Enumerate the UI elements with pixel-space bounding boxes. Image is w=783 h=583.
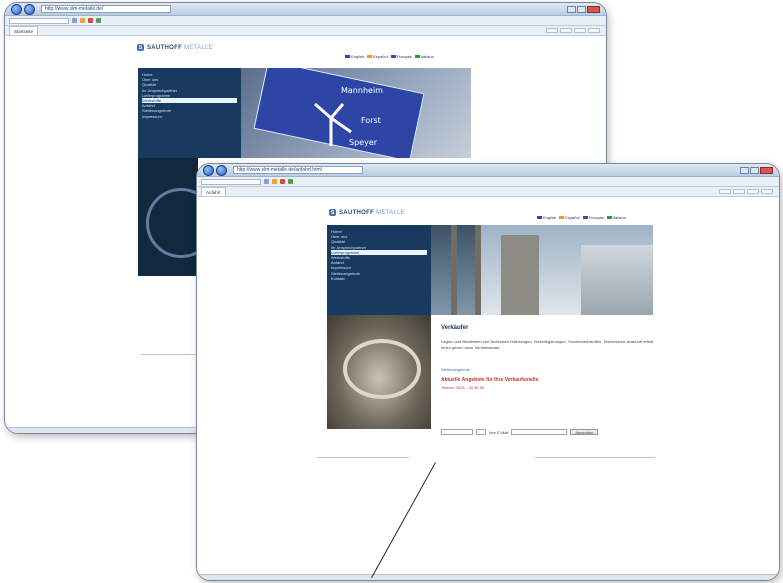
home-icon[interactable]: [546, 28, 558, 33]
sidebar-menu: Home Über uns Qualität Ihr Ansprechpartn…: [138, 68, 241, 158]
language-bar: English Español Français Italiano: [345, 54, 434, 59]
facade-column: [475, 225, 481, 315]
logo-text: SAUTHOFF METALLE: [147, 44, 214, 51]
dropdown-field[interactable]: [476, 429, 486, 435]
page-viewport: S SAUTHOFF METALLE English Español Franç…: [197, 199, 779, 574]
close-icon[interactable]: [587, 5, 600, 13]
lang-francais[interactable]: Français: [582, 215, 604, 220]
dark-decor-panel: [138, 158, 198, 276]
maximize-icon[interactable]: [750, 166, 759, 174]
refresh-icon[interactable]: [72, 18, 77, 23]
submit-button[interactable]: Absenden: [570, 429, 599, 435]
steel-product-photo: [327, 315, 431, 429]
article-title: Verkäufer: [441, 325, 469, 331]
tools-menu-icon[interactable]: [588, 28, 600, 33]
page-menu-icon[interactable]: [747, 189, 759, 194]
page-menu-icon[interactable]: [574, 28, 586, 33]
road-sign-photo: Mannheim Forst Speyer: [241, 68, 471, 158]
sidebar-menu: Home Über uns Qualität Ihr Ansprechpartn…: [327, 225, 431, 315]
article-body: Lagern und Bearbeiten von Nichteisen-Hal…: [441, 339, 653, 350]
back-icon[interactable]: [203, 164, 214, 176]
front-browser-window[interactable]: http://www.slm-metalle.de/anfahrt.html A…: [196, 163, 780, 581]
title-bar: http://www.slm-metalle.de/: [5, 3, 606, 16]
offer-phone: Telefon: 0621 - 33 58 50: [441, 385, 485, 390]
tab-startseite[interactable]: Startseite: [9, 26, 39, 35]
site-logo[interactable]: S SAUTHOFF METALLE: [329, 209, 405, 216]
article-link[interactable]: Stellenangebote: [441, 367, 470, 372]
search-input[interactable]: [9, 17, 69, 24]
title-bar: http://www.slm-metalle.de/anfahrt.html: [197, 164, 779, 177]
command-bar: [546, 28, 600, 33]
maximize-icon[interactable]: [577, 5, 586, 13]
menu-item[interactable]: Impressum: [142, 114, 237, 119]
logo-ring-icon: [146, 188, 198, 258]
tab-strip: Startseite: [5, 26, 606, 36]
forward-icon[interactable]: [24, 3, 35, 15]
lang-espanol[interactable]: Español: [367, 54, 388, 59]
contact-form: Ihre E-Mail Absenden: [441, 429, 599, 435]
lang-francais[interactable]: Français: [390, 54, 412, 59]
window-controls: [740, 166, 773, 174]
status-bar: [197, 574, 779, 580]
lang-italiano[interactable]: Italiano: [414, 54, 434, 59]
print-icon[interactable]: [733, 189, 745, 194]
forward-icon[interactable]: [216, 164, 227, 176]
back-icon[interactable]: [11, 3, 22, 15]
logo-mark-icon: S: [329, 209, 336, 216]
stop-icon[interactable]: [280, 179, 285, 184]
language-bar: English Español Français Italiano: [537, 215, 626, 220]
sign-label: Mannheim: [341, 86, 383, 95]
logo-text: SAUTHOFF METALLE: [339, 209, 406, 216]
go-icon[interactable]: [288, 179, 293, 184]
tab-anfahrt[interactable]: Anfahrt: [201, 187, 226, 196]
email-label: Ihre E-Mail: [489, 429, 509, 435]
sign-label: Forst: [361, 116, 381, 125]
steel-ring: [343, 339, 421, 399]
menu-item[interactable]: Kontakt: [331, 276, 427, 281]
email-field[interactable]: [511, 429, 568, 435]
toolbar: [197, 177, 779, 187]
print-icon[interactable]: [560, 28, 572, 33]
lang-english[interactable]: English: [345, 54, 364, 59]
go-icon[interactable]: [96, 18, 101, 23]
close-icon[interactable]: [760, 166, 773, 174]
site-logo[interactable]: S SAUTHOFF METALLE: [137, 44, 213, 51]
home-icon[interactable]: [719, 189, 731, 194]
logo-mark-icon: S: [137, 44, 144, 51]
lang-english[interactable]: English: [537, 215, 556, 220]
rss-icon[interactable]: [272, 179, 277, 184]
name-field[interactable]: [441, 429, 473, 435]
rss-icon[interactable]: [80, 18, 85, 23]
command-bar: [719, 189, 773, 194]
tools-menu-icon[interactable]: [761, 189, 773, 194]
arrow-icon: [314, 102, 352, 146]
facade-column: [451, 225, 457, 315]
address-bar[interactable]: http://www.slm-metalle.de/anfahrt.html: [233, 166, 363, 174]
lang-italiano[interactable]: Italiano: [606, 215, 626, 220]
offer-heading[interactable]: Aktuelle Angebote für Ihre Verkaufsstell…: [441, 377, 538, 383]
building-photo: [431, 225, 653, 315]
minimize-icon[interactable]: [567, 5, 576, 13]
building-wing: [581, 245, 653, 315]
search-input[interactable]: [201, 178, 261, 185]
sign-pylon: [501, 235, 539, 315]
toolbar: [5, 16, 606, 26]
window-controls: [567, 5, 600, 13]
tab-strip: Anfahrt: [197, 187, 779, 197]
minimize-icon[interactable]: [740, 166, 749, 174]
stop-icon[interactable]: [88, 18, 93, 23]
address-bar[interactable]: http://www.slm-metalle.de/: [41, 5, 171, 13]
refresh-icon[interactable]: [264, 179, 269, 184]
footer-divider: [317, 457, 409, 458]
lang-espanol[interactable]: Español: [559, 215, 580, 220]
footer-divider: [535, 457, 655, 458]
